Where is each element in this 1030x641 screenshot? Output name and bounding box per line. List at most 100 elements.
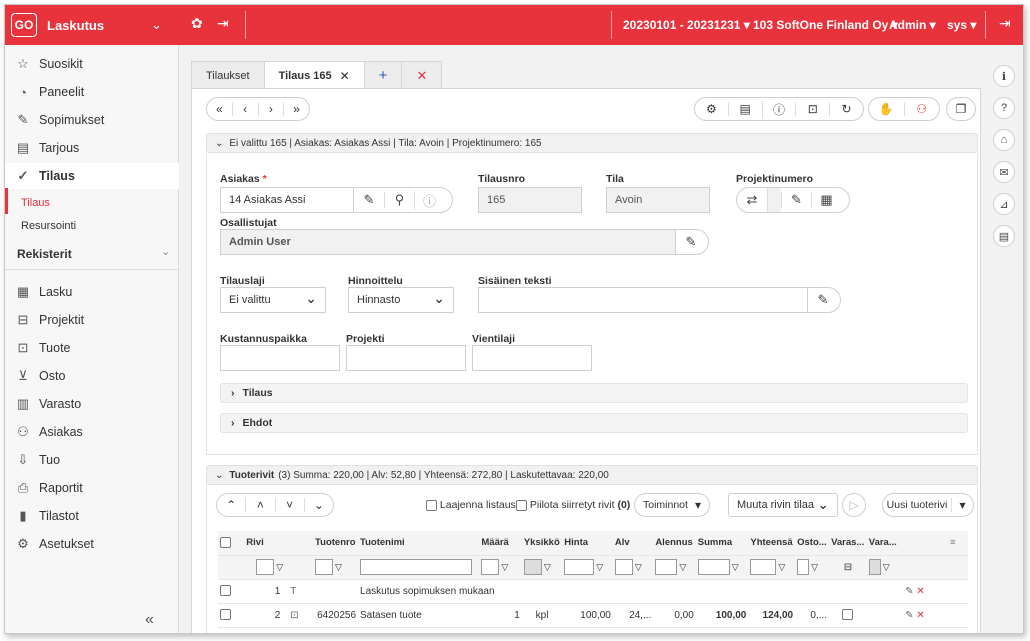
sidebar-item-tilaus[interactable]: ✓ Tilaus <box>5 163 179 189</box>
filter-input[interactable] <box>523 559 542 575</box>
role-menu[interactable]: sys ▾ <box>947 18 976 32</box>
collapse-sidebar-icon[interactable]: « <box>145 611 154 629</box>
sidebar-item-asiakas[interactable]: ⚇ Asiakas <box>5 419 179 445</box>
filter-icon[interactable]: ▽ <box>335 562 342 572</box>
filter-input[interactable] <box>655 559 678 575</box>
new-tab-button[interactable]: + <box>363 61 403 89</box>
mail-icon[interactable]: ✉ <box>993 161 1015 183</box>
move-top-icon[interactable]: ⌃ <box>217 498 245 512</box>
pencil-icon[interactable]: ✎ <box>905 586 913 597</box>
sidebar-item-tuote[interactable]: ⊡ Tuote <box>5 335 179 361</box>
uusi-tuoterivi-button[interactable]: Uusi tuoterivi ▾ <box>882 493 974 517</box>
thumbs-down-icon[interactable]: ✋ <box>869 102 904 116</box>
filter-icon[interactable]: ▽ <box>732 562 739 572</box>
next-record-button[interactable]: › <box>257 102 284 116</box>
col-alennus[interactable]: Alennus <box>653 531 696 556</box>
row-checkbox[interactable] <box>220 585 231 597</box>
search-icon[interactable]: ⚲ <box>384 192 414 208</box>
col-yksikko[interactable]: Yksikkö <box>521 531 563 556</box>
swap-icon[interactable]: ⇄ <box>737 192 767 208</box>
col-tuotenimi[interactable]: Tuotenimi <box>358 531 480 556</box>
user-menu[interactable]: Admin ▾ <box>889 18 936 32</box>
filter-input[interactable] <box>315 559 334 575</box>
tilaus-section-toggle[interactable]: › Tilaus <box>220 383 968 403</box>
pencil-icon[interactable]: ✎ <box>905 610 913 621</box>
filter-icon[interactable]: ▽ <box>596 562 603 572</box>
sidebar-item-tarjous[interactable]: ▤ Tarjous <box>5 135 179 161</box>
col-rivi[interactable]: Rivi <box>244 531 314 556</box>
copy-button[interactable]: ❐ <box>946 97 976 121</box>
apply-status-button[interactable]: ▷ <box>842 493 866 517</box>
filter-input[interactable] <box>256 559 275 575</box>
ehdot-section-toggle[interactable]: › Ehdot <box>220 413 968 433</box>
move-down-icon[interactable]: ˅ <box>274 498 304 512</box>
help-icon[interactable]: ? <box>993 97 1015 119</box>
reload-icon[interactable]: ↻ <box>829 102 863 116</box>
filter-icon[interactable]: ▽ <box>883 562 890 572</box>
col-vara[interactable]: Vara... <box>866 531 904 556</box>
checkbox[interactable] <box>426 499 437 511</box>
lifebuoy-icon[interactable]: ✿ <box>191 15 203 32</box>
sisainen-teksti-input[interactable] <box>478 287 808 313</box>
filter-icon[interactable]: ▽ <box>544 562 551 572</box>
first-record-button[interactable]: « <box>207 102 232 116</box>
expand-list-checkbox[interactable]: Laajenna listaus <box>426 499 516 511</box>
checkbox[interactable] <box>516 499 527 511</box>
sidebar-item-sopimukset[interactable]: ✎ Sopimukset <box>5 107 179 133</box>
sidebar-item-lasku[interactable]: ▦ Lasku <box>5 279 179 305</box>
sidebar-subitem-resursointi[interactable]: Resursointi <box>21 220 76 232</box>
filter-input[interactable] <box>614 559 633 575</box>
document-icon[interactable]: ▤ <box>727 102 762 116</box>
academy-icon[interactable]: ⌂ <box>993 129 1015 151</box>
muuta-rivin-tilaa-select[interactable]: Muuta rivin tilaa <box>728 493 838 517</box>
asiakas-input[interactable]: 14 Asiakas Assi <box>220 187 354 213</box>
filter-input[interactable] <box>564 559 595 575</box>
table-row[interactable]: 2 ⊡ 6420256 Satasen tuote 1 kpl 100,00 24… <box>218 603 968 628</box>
participants-icon[interactable]: ⚇ <box>903 102 940 116</box>
tilauslaji-select[interactable]: Ei valittu <box>220 287 326 313</box>
varasto-checkbox[interactable] <box>842 609 854 621</box>
period-menu[interactable]: 20230101 - 20231231 ▾ <box>623 18 750 32</box>
filter-minus-icon[interactable]: ⊟ <box>829 555 867 580</box>
filter-icon[interactable]: ▽ <box>679 562 686 572</box>
sisainen-teksti-edit-button[interactable]: ✎ <box>807 287 841 313</box>
filter-input[interactable] <box>360 559 473 575</box>
filter-input[interactable] <box>481 559 500 575</box>
filter-input[interactable] <box>868 559 881 575</box>
sidebar-item-osto[interactable]: ⊻ Osto <box>5 363 179 389</box>
filter-icon[interactable]: ▽ <box>276 562 283 572</box>
col-alv[interactable]: Alv <box>612 531 654 556</box>
delete-icon[interactable]: ✕ <box>916 610 924 621</box>
filter-icon[interactable]: ▽ <box>811 562 818 572</box>
toiminnot-button[interactable]: Toiminnot ▾ <box>634 493 710 517</box>
info-icon[interactable]: ⓘ <box>761 100 796 118</box>
sidebar-item-tilastot[interactable]: ▮ Tilastot <box>5 503 179 529</box>
select-all-checkbox[interactable] <box>220 537 231 549</box>
tab-tilaukset[interactable]: Tilaukset <box>191 61 265 89</box>
delete-icon[interactable]: ✕ <box>916 586 924 597</box>
sidebar-item-varasto[interactable]: ▥ Varasto <box>5 391 179 417</box>
filter-input[interactable] <box>697 559 730 575</box>
filter-input[interactable] <box>750 559 777 575</box>
col-osto[interactable]: Osto... <box>795 531 830 556</box>
col-summa[interactable]: Summa <box>695 531 749 556</box>
product-rows-header[interactable]: ⌄ Tuoterivit (3) Summa: 220,00 | Alv: 52,8… <box>206 465 978 485</box>
move-up-icon[interactable]: ˄ <box>245 498 274 512</box>
close-tab-icon[interactable]: ✕ <box>340 69 350 83</box>
hide-moved-rows-checkbox[interactable]: Piilota siirretyt rivit (0) <box>516 499 630 511</box>
col-tuotenro[interactable]: Tuotenro <box>313 531 359 556</box>
sidebar-item-projektit[interactable]: ⊟ Projektit <box>5 307 179 333</box>
sidebar-group-rekisterit[interactable]: Rekisterit <box>17 247 72 261</box>
info-icon[interactable]: ℹ <box>993 65 1015 87</box>
signout-icon[interactable]: ⇥ <box>999 15 1011 32</box>
kustannuspaikka-input[interactable] <box>220 345 340 371</box>
vientilaji-input[interactable] <box>472 345 592 371</box>
pencil-icon[interactable]: ✎ <box>354 192 384 208</box>
chart-document-icon[interactable]: ⊿ <box>993 193 1015 215</box>
sidebar-item-tuo[interactable]: ⇩ Tuo <box>5 447 179 473</box>
filter-icon[interactable]: ▽ <box>778 562 785 572</box>
logout-icon[interactable]: ⇥ <box>217 15 229 32</box>
lock-icon[interactable]: ⊡ <box>795 102 829 116</box>
sidebar-subitem-tilaus[interactable]: Tilaus <box>21 197 50 209</box>
filter-icon[interactable]: ▽ <box>501 562 508 572</box>
